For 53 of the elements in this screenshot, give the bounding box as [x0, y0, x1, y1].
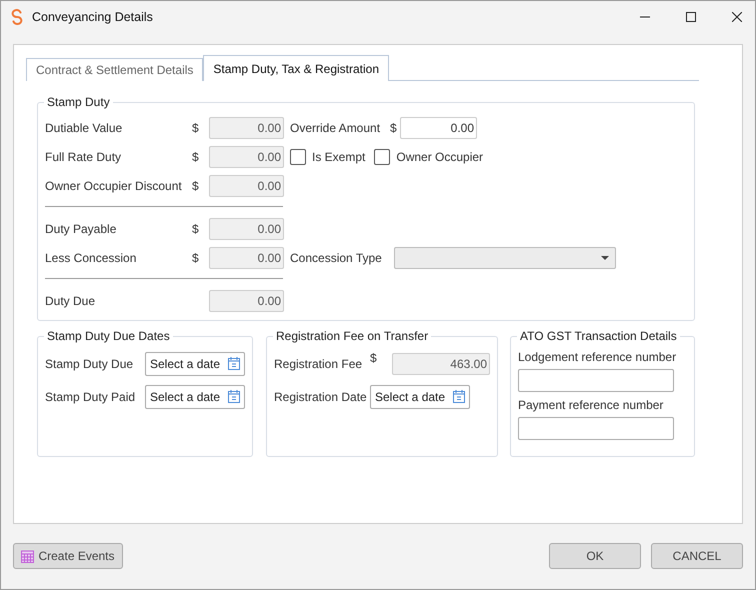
date-field[interactable]: Select a date [370, 384, 470, 408]
field-label: Stamp Duty Paid [45, 390, 136, 404]
text-field[interactable] [518, 369, 674, 392]
currency-symbol: $ [192, 178, 200, 192]
checkbox-label: Owner Occupier [396, 150, 484, 164]
tab[interactable]: Contract & Settlement Details [26, 58, 204, 81]
ok-button[interactable]: OK [549, 543, 641, 569]
amount-field: 0.00 [209, 174, 284, 196]
field-label: Owner Occupier Discount [45, 178, 183, 192]
field-label: Full Rate Duty [45, 150, 122, 164]
group-title: Registration Fee on Transfer [275, 329, 430, 343]
currency-symbol: $ [192, 220, 200, 236]
checkbox-label: Is Exempt [312, 150, 366, 164]
field-label: Lodgement reference number [518, 350, 678, 364]
amount-field: 0.00 [209, 146, 284, 168]
amount-field: 463.00 [392, 352, 490, 374]
field-label: Concession Type [290, 250, 383, 264]
field-label: Payment reference number [518, 398, 664, 412]
tab[interactable]: Stamp Duty, Tax & Registration [203, 55, 390, 81]
currency-symbol: $ [192, 120, 200, 134]
calendar-icon [228, 390, 240, 402]
field-label: Duty Payable [45, 222, 118, 236]
currency-symbol: $ [390, 120, 398, 134]
create-events-button[interactable]: Create Events [13, 543, 123, 569]
cancel-button[interactable]: CANCEL [651, 543, 743, 569]
amount-field: 0.00 [209, 116, 284, 138]
amount-field: 0.00 [209, 246, 284, 268]
text-field[interactable] [518, 417, 674, 440]
maximize-icon[interactable] [686, 12, 696, 22]
currency-symbol: $ [192, 148, 200, 164]
amount-field: 0.00 [209, 290, 284, 312]
field-label: Registration Date [274, 390, 368, 404]
amount-field: 0.00 [209, 218, 284, 240]
field-label: Duty Due [45, 294, 96, 308]
group-title: Stamp Duty [46, 95, 111, 109]
calendar-icon [21, 550, 34, 562]
group-title: Stamp Duty Due Dates [46, 329, 171, 343]
close-icon[interactable] [732, 12, 742, 22]
caret-icon [601, 256, 609, 260]
calendar-icon [228, 356, 240, 370]
field-label: Registration Fee [274, 356, 364, 370]
window-title: Conveyancing Details [32, 10, 153, 24]
field-label: Dutiable Value [45, 120, 124, 134]
date-field[interactable]: Select a date [145, 352, 245, 376]
currency-symbol: $ [370, 350, 378, 365]
group-title: ATO GST Transaction Details [519, 329, 678, 343]
date-field[interactable]: Select a date [145, 384, 245, 408]
calendar-icon [453, 390, 465, 402]
field-label: Override Amount [290, 120, 382, 134]
currency-symbol: $ [192, 250, 200, 264]
logo-icon [9, 8, 25, 24]
field-label: Less Concession [45, 250, 138, 264]
field-label: Stamp Duty Due [45, 356, 134, 370]
